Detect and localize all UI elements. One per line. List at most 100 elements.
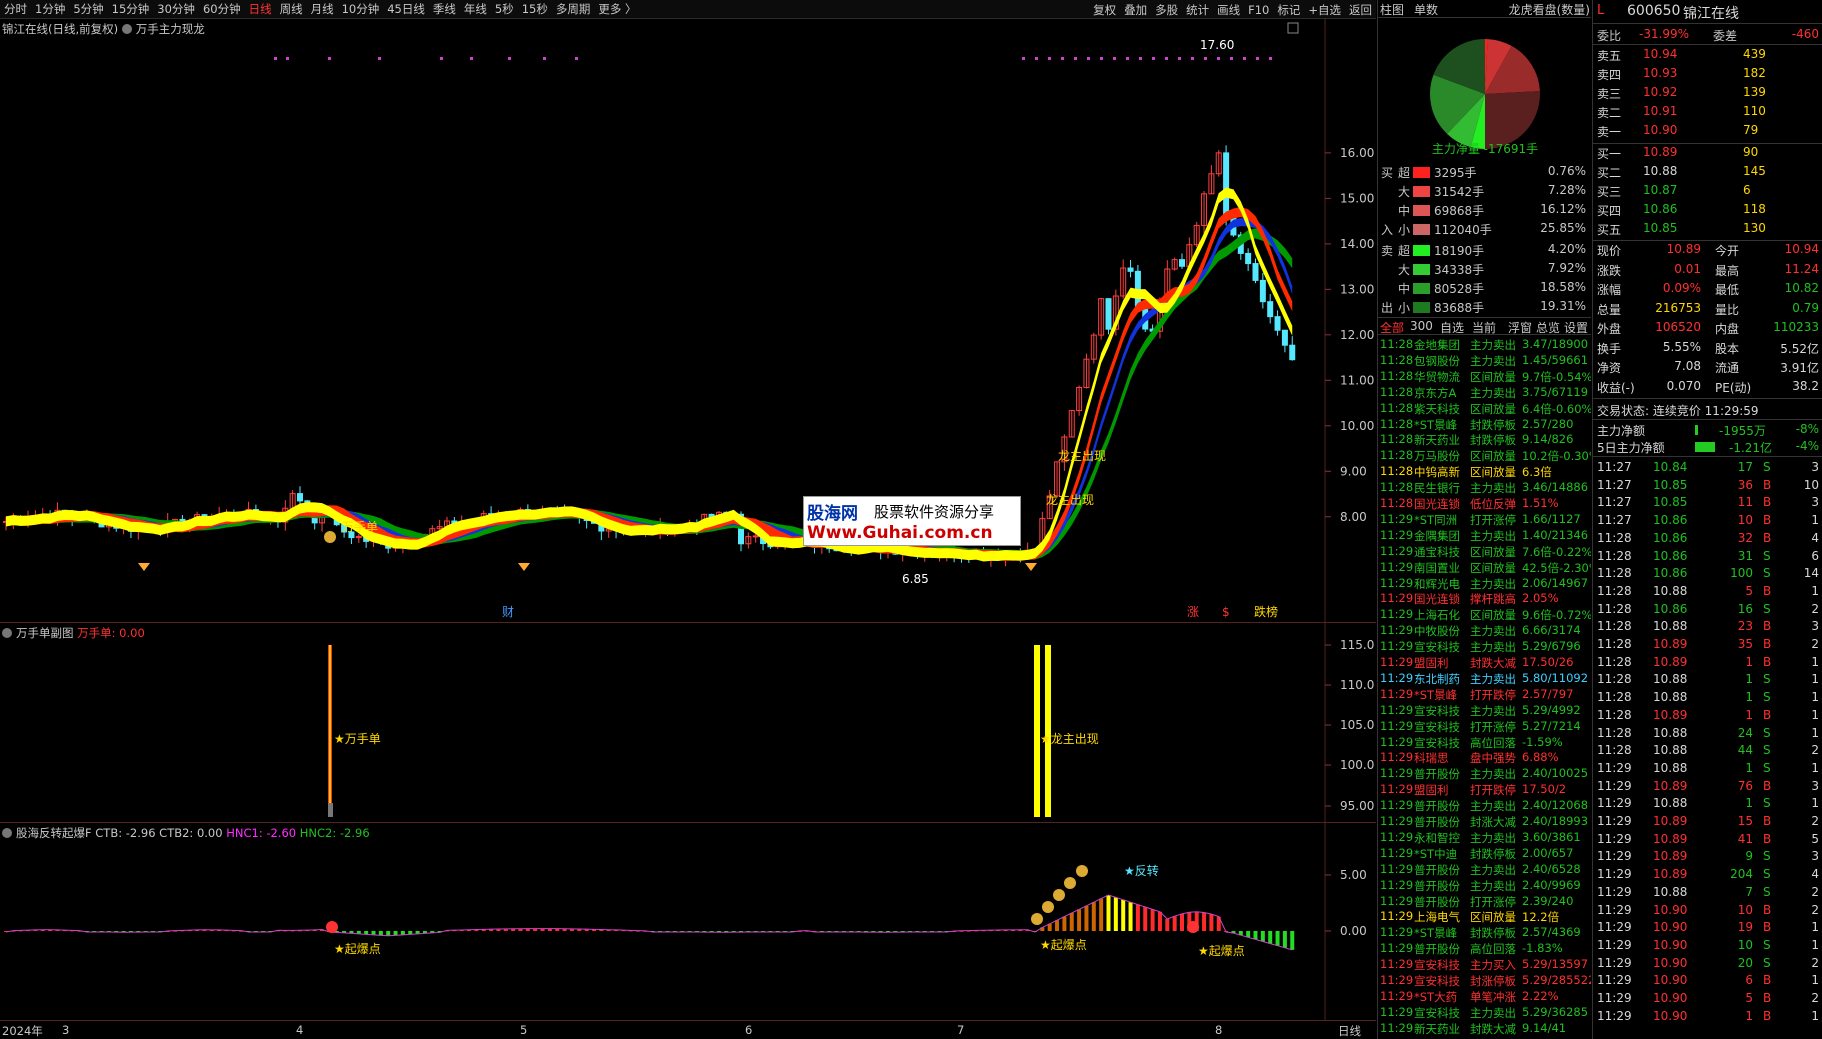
radar-row[interactable]: 11:29 *ST景峰 打开跌停 2.57/797 xyxy=(1378,687,1591,703)
radar-row[interactable]: 11:28 华贸物流 区间放量 9.7倍-0.54% xyxy=(1378,369,1591,385)
radar-row[interactable]: 11:29 永和智控 主力卖出 3.60/3861 xyxy=(1378,830,1591,846)
bid-row: 买二 10.88 145 xyxy=(1597,164,1766,180)
radar-row[interactable]: 11:29 科瑞思 盘中强势 6.88% xyxy=(1378,750,1591,766)
fanzhuan-pane[interactable]: 股海反转起爆F CTB: -2.96 CTB2: 0.00 HNC1: -2.6… xyxy=(0,822,1376,1020)
kline-canvas[interactable]: 16.00 15.00 14.00 13.00 12.00 11.00 10.00 9.00 8… xyxy=(0,19,1376,622)
radar-row[interactable]: 11:28 新天药业 封跌停板 9.14/826 xyxy=(1378,432,1591,448)
radar-option[interactable]: 浮窗 xyxy=(1508,319,1532,336)
period-tab[interactable]: 多周期 xyxy=(552,1,595,17)
tab-order-count[interactable]: 单数 xyxy=(1414,1,1438,18)
radar-row[interactable]: 11:29 宣安科技 打开涨停 5.27/7214 xyxy=(1378,719,1591,735)
period-tab[interactable]: 30分钟 xyxy=(153,1,199,17)
maximize-icon[interactable] xyxy=(1287,22,1299,34)
radar-row[interactable]: 11:29 普开股份 主力卖出 2.40/9969 xyxy=(1378,878,1591,894)
radar-row[interactable]: 11:29 普开股份 主力卖出 2.40/6528 xyxy=(1378,862,1591,878)
radar-row[interactable]: 11:28 紫天科技 区间放量 6.4倍-0.60% xyxy=(1378,401,1591,417)
radar-row[interactable]: 11:29 普开股份 主力卖出 2.40/12068 xyxy=(1378,798,1591,814)
wanshou-canvas[interactable]: 115.0 110.0 105.0 100.0 95.00 ★万手单 ★龙主出现 xyxy=(0,623,1376,822)
radar-row[interactable]: 11:29 金隅集团 主力卖出 1.40/21346 xyxy=(1378,528,1591,544)
radar-row[interactable]: 11:29 宣安科技 主力卖出 5.29/6796 xyxy=(1378,639,1591,655)
radar-tab[interactable]: 自选 xyxy=(1440,319,1464,336)
period-tab[interactable]: 年线 xyxy=(460,1,491,17)
toolbar-button[interactable]: 画线 xyxy=(1213,2,1244,18)
period-tab[interactable]: 更多 〉 xyxy=(594,1,640,17)
radar-row[interactable]: 11:29 上海石化 区间放量 9.6倍-0.72% xyxy=(1378,607,1591,623)
radar-row[interactable]: 11:29 宣安科技 高位回落 -1.59% xyxy=(1378,735,1591,751)
stat-row: 收益(-) 0.070 PE(动) 38.2 xyxy=(1597,378,1819,395)
toolbar-button[interactable]: +自选 xyxy=(1304,2,1345,18)
wanshou-pane[interactable]: 万手单副图 万手单: 0.00 115.0 110.0 105.0 100.0 95.0… xyxy=(0,622,1376,822)
signal-dot xyxy=(1074,57,1077,60)
period-tab[interactable]: 45日线 xyxy=(383,1,429,17)
toolbar-button[interactable]: 返回 xyxy=(1345,2,1376,18)
radar-row[interactable]: 11:29 宣安科技 封涨停板 5.29/285522 xyxy=(1378,973,1591,989)
period-tab[interactable]: 15分钟 xyxy=(108,1,154,17)
radar-row[interactable]: 11:29 普开股份 打开涨停 2.39/240 xyxy=(1378,894,1591,910)
kline-pane[interactable]: 锦江在线(日线,前复权) 万手主力现龙 16.00 15.00 14.00 13.00… xyxy=(0,19,1376,622)
radar-row[interactable]: 11:28 金地集团 主力卖出 3.47/18900 xyxy=(1378,337,1591,353)
radar-row[interactable]: 11:29 *ST中迪 封跌停板 2.00/657 xyxy=(1378,846,1591,862)
radar-row[interactable]: 11:28 *ST景峰 封跌停板 2.57/280 xyxy=(1378,417,1591,433)
radar-row[interactable]: 11:29 东北制药 主力卖出 5.80/11092 xyxy=(1378,671,1591,687)
period-tab[interactable]: 周线 xyxy=(276,1,307,17)
period-tab[interactable]: 1分钟 xyxy=(31,1,69,17)
period-tab[interactable]: 5分钟 xyxy=(69,1,107,17)
toolbar-button[interactable]: 叠加 xyxy=(1120,2,1151,18)
radar-row[interactable]: 11:29 上海电气 区间放量 12.2倍 xyxy=(1378,909,1591,925)
radar-row[interactable]: 11:29南国置业区间放量42.5倍-2.30% xyxy=(1378,560,1591,576)
radar-row[interactable]: 11:29 *ST同洲 打开涨停 1.66/1127 xyxy=(1378,512,1591,528)
radar-row[interactable]: 11:29 盟固利 打开跌停 17.50/2 xyxy=(1378,782,1591,798)
period-tab[interactable]: 日线 xyxy=(245,1,276,17)
fanzhuan-bar xyxy=(1135,904,1140,931)
radar-row[interactable]: 11:28 中钨高新 区间放量 6.3倍 xyxy=(1378,464,1591,480)
radar-row[interactable]: 11:29 中牧股份 主力卖出 6.66/3174 xyxy=(1378,623,1591,639)
toolbar-button[interactable]: F10 xyxy=(1244,3,1273,17)
fanzhuan-canvas[interactable]: 5.00 0.00 ★起爆点 ★起爆点 ★起爆点 ★反转 xyxy=(0,823,1376,1020)
period-tab[interactable]: 季线 xyxy=(429,1,460,17)
radar-row[interactable]: 11:29 普开股份 高位回落 -1.83% xyxy=(1378,941,1591,957)
radar-row[interactable]: 11:29 *ST大药 单笔冲涨 2.22% xyxy=(1378,989,1591,1005)
tab-bar-chart[interactable]: 柱图 xyxy=(1380,1,1404,18)
radar-row[interactable]: 11:29 普开股份 主力卖出 2.40/10025 xyxy=(1378,766,1591,782)
radar-row[interactable]: 11:29 国光连锁 撑杆跳高 2.05% xyxy=(1378,591,1591,607)
radar-option[interactable]: 设置 xyxy=(1564,319,1588,336)
toolbar-button[interactable]: 标记 xyxy=(1273,2,1304,18)
radar-row[interactable]: 11:29 普开股份 封涨大减 2.40/18993 xyxy=(1378,814,1591,830)
toolbar-button[interactable]: 统计 xyxy=(1182,2,1213,18)
radar-row[interactable]: 11:28万马股份区间放量10.2倍-0.30% xyxy=(1378,448,1591,464)
radar-row[interactable]: 11:29 盟固利 封跌大减 17.50/26 xyxy=(1378,655,1591,671)
period-tab[interactable]: 月线 xyxy=(307,1,338,17)
radar-tab[interactable]: 当前 xyxy=(1472,319,1496,336)
period-tab[interactable]: 15秒 xyxy=(518,1,552,17)
period-tab[interactable]: 10分钟 xyxy=(338,1,384,17)
radar-tab[interactable]: 300 xyxy=(1410,319,1433,333)
main-net-volume: 主力净量 -17691手 xyxy=(1431,142,1539,156)
radar-row[interactable]: 11:29 *ST景峰 封跌停板 2.57/4369 xyxy=(1378,925,1591,941)
period-tab[interactable]: 分时 xyxy=(0,1,31,17)
watermark-line1: 股海网 xyxy=(807,504,858,524)
toolbar-button[interactable]: 多股 xyxy=(1151,2,1182,18)
toolbar-button[interactable]: 复权 xyxy=(1089,2,1120,18)
radar-row[interactable]: 11:28 包钢股份 主力卖出 1.45/59661 xyxy=(1378,353,1591,369)
axis-mode-label[interactable]: 日线 xyxy=(1338,1023,1361,1039)
signal-dot xyxy=(1035,57,1038,60)
radar-option[interactable]: 总览 xyxy=(1536,319,1560,336)
dollar-marker: $ xyxy=(1222,605,1230,619)
radar-row[interactable]: 11:28 国光连锁 低位反弹 1.51% xyxy=(1378,496,1591,512)
radar-row[interactable]: 11:29 和辉光电 主力卖出 2.06/14967 xyxy=(1378,576,1591,592)
radar-tab[interactable]: 全部 xyxy=(1380,319,1404,336)
tick-row: 11:28 10.88 23 B 3 xyxy=(1597,619,1819,634)
radar-row[interactable]: 11:28 民生银行 主力卖出 3.46/14886 xyxy=(1378,480,1591,496)
signal-dot xyxy=(378,57,381,60)
radar-row[interactable]: 11:29 通宝科技 区间放量 7.6倍-0.22% xyxy=(1378,544,1591,560)
period-tab[interactable]: 5秒 xyxy=(491,1,518,17)
fanzhuan-bar xyxy=(1069,913,1074,931)
radar-row[interactable]: 11:28 京东方A 主力卖出 3.75/67119 xyxy=(1378,385,1591,401)
radar-row[interactable]: 11:29 宣安科技 主力卖出 5.29/4992 xyxy=(1378,703,1591,719)
signal-dot xyxy=(1022,57,1025,60)
period-tab[interactable]: 60分钟 xyxy=(199,1,245,17)
radar-row[interactable]: 11:29 宣安科技 主力卖出 5.29/36285 xyxy=(1378,1005,1591,1021)
radar-row[interactable]: 11:29 新天药业 封跌大减 9.14/41 xyxy=(1378,1021,1591,1037)
quote-panel: L 600650 锦江在线 委比 -31.99% 委差 -460 卖五 10.94 43… xyxy=(1592,0,1822,1039)
radar-row[interactable]: 11:29 宣安科技 主力买入 5.29/13597 xyxy=(1378,957,1591,973)
